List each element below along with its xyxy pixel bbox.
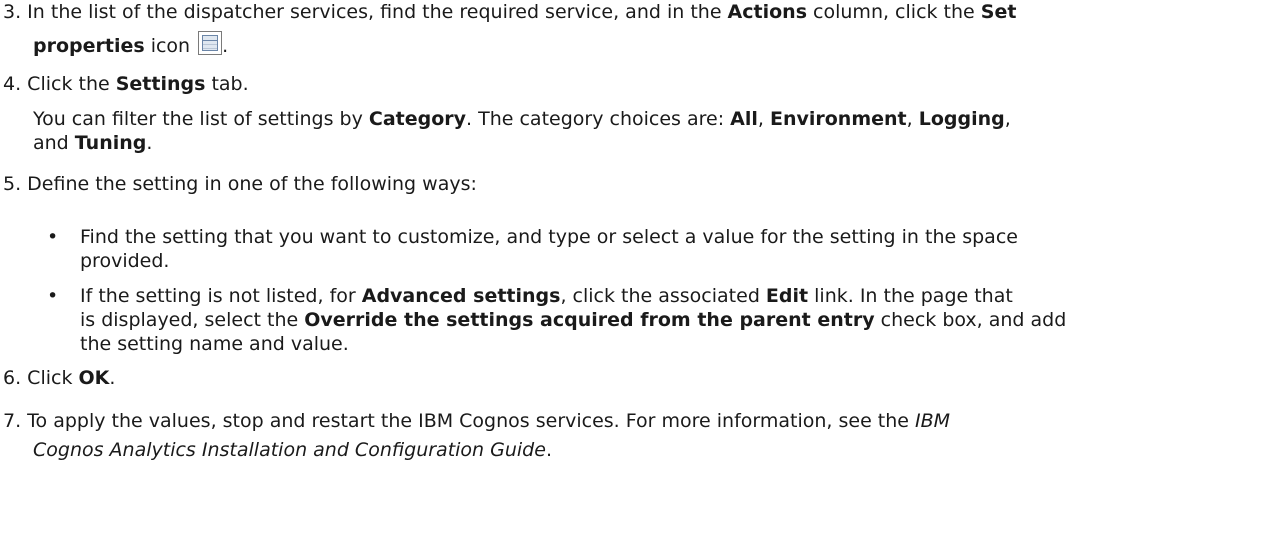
bold-term: Actions bbox=[727, 1, 807, 23]
bold-term: Set bbox=[980, 1, 1017, 23]
bullet-segment: is displayed, select the bbox=[80, 309, 305, 331]
step-text: column, click the bbox=[807, 1, 981, 23]
bold-term: Logging bbox=[918, 108, 1005, 130]
bullet-segment: the setting name and value. bbox=[80, 333, 349, 355]
document-page: 3. In the list of the dispatcher service… bbox=[0, 0, 1274, 534]
step-text: . bbox=[109, 367, 116, 389]
note-text: and bbox=[33, 132, 75, 154]
bullet-text: Find the setting that you want to custom… bbox=[80, 226, 1018, 248]
step-number: 5. bbox=[3, 173, 22, 195]
bold-term: Advanced settings bbox=[361, 285, 561, 307]
step-7-cont: Cognos Analytics Installation and Config… bbox=[33, 438, 1269, 462]
set-properties-icon bbox=[198, 31, 223, 55]
bullet-icon: • bbox=[47, 285, 59, 307]
step-4-note: You can filter the list of settings by C… bbox=[33, 107, 1269, 131]
step-number: 3. bbox=[3, 1, 22, 23]
step-text: To apply the values, stop and restart th… bbox=[21, 410, 916, 432]
bold-term: properties bbox=[33, 35, 145, 57]
bold-term: Override the settings acquired from the … bbox=[304, 309, 875, 331]
note-text: , bbox=[906, 108, 919, 130]
italic-title: Cognos Analytics Installation and Config… bbox=[33, 439, 546, 461]
note-text: You can filter the list of settings by bbox=[33, 108, 369, 130]
step-7: 7. To apply the values, stop and restart… bbox=[3, 405, 1269, 438]
step-4-note-cont: and Tuning. bbox=[33, 131, 1269, 155]
bullet-text: provided. bbox=[80, 250, 170, 272]
step-number: 6. bbox=[3, 367, 22, 389]
step-text: tab. bbox=[205, 73, 249, 95]
step-text: . bbox=[545, 439, 552, 461]
bullet-icon: • bbox=[47, 226, 59, 248]
step-text: Click bbox=[21, 367, 79, 389]
step-text: Define the setting in one of the followi… bbox=[21, 173, 477, 195]
step-number: 4. bbox=[3, 73, 22, 95]
bullet-text: is displayed, select the Override the se… bbox=[80, 308, 1269, 332]
step-number: 7. bbox=[3, 410, 22, 432]
bold-term: Tuning bbox=[74, 132, 147, 154]
step-5: 5. Define the setting in one of the foll… bbox=[3, 168, 1269, 201]
note-text: . bbox=[146, 132, 153, 154]
step-text: . bbox=[222, 35, 229, 57]
bullet-text: If the setting is not listed, for Advanc… bbox=[80, 284, 1269, 308]
bold-term: Edit bbox=[765, 285, 809, 307]
step-text: icon bbox=[144, 35, 197, 57]
bold-term: Environment bbox=[769, 108, 907, 130]
bold-term: Category bbox=[368, 108, 467, 130]
italic-title: IBM bbox=[915, 410, 951, 432]
note-text: , bbox=[757, 108, 770, 130]
step-text: Click the bbox=[21, 73, 116, 95]
bold-term: Settings bbox=[115, 73, 206, 95]
step-6: 6. Click OK. bbox=[3, 362, 1269, 395]
step-4: 4. Click the Settings tab. bbox=[3, 68, 1269, 101]
bold-term: All bbox=[730, 108, 758, 130]
note-text: , bbox=[1004, 108, 1011, 130]
bold-term: OK bbox=[78, 367, 110, 389]
bullet-segment: check box, and add bbox=[874, 309, 1067, 331]
step-text: In the list of the dispatcher services, … bbox=[21, 1, 728, 23]
bullet-segment: , click the associated bbox=[560, 285, 766, 307]
step-3: 3. In the list of the dispatcher service… bbox=[3, 0, 1269, 29]
bullet-segment: If the setting is not listed, for bbox=[80, 285, 362, 307]
note-text: . The category choices are: bbox=[466, 108, 731, 130]
step-3-cont: properties icon . bbox=[33, 30, 1274, 63]
bullet-segment: link. In the page that bbox=[808, 285, 1013, 307]
